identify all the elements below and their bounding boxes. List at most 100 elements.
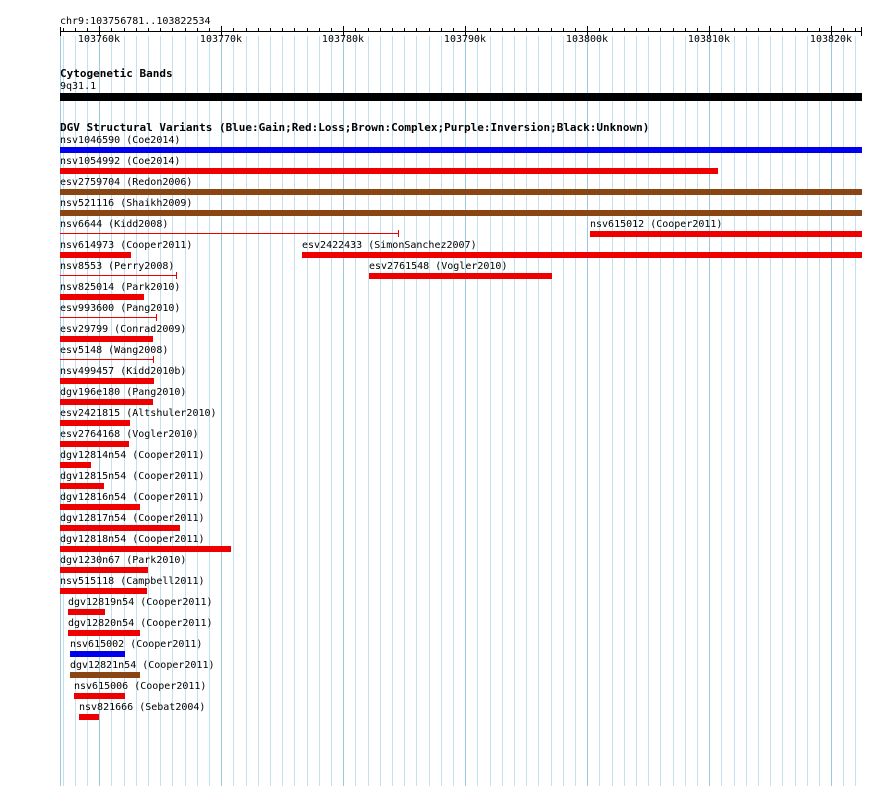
ruler-tick-label: 103810k [687, 34, 731, 45]
dgv-feature[interactable]: nsv8553 (Perry2008) [60, 261, 177, 279]
dgv-feature-label: dgv12819n54 (Cooper2011) [68, 597, 213, 608]
ruler-minor-tick [441, 28, 442, 31]
ruler-minor-tick [136, 28, 137, 31]
ruler-minor-tick [599, 28, 600, 31]
dgv-feature[interactable]: nsv1054992 (Coe2014) [60, 156, 718, 174]
dgv-feature-label: esv2422433 (SimonSanchez2007) [302, 240, 477, 251]
dgv-feature-bar [79, 714, 99, 720]
ruler-minor-tick [319, 28, 320, 31]
ruler-tick-label: 103800k [565, 34, 609, 45]
ruler-minor-tick [563, 28, 564, 31]
dgv-feature[interactable]: esv2759704 (Redon2006) [60, 177, 862, 195]
dgv-feature-label: nsv615002 (Cooper2011) [70, 639, 203, 650]
dgv-feature-bar [60, 233, 399, 234]
ruler-minor-tick [307, 28, 308, 31]
ruler-minor-tick [111, 28, 112, 31]
dgv-feature-label: dgv12815n54 (Cooper2011) [60, 471, 205, 482]
ruler-minor-tick [331, 28, 332, 31]
dgv-feature[interactable]: esv2422433 (SimonSanchez2007) [302, 240, 862, 258]
dgv-feature[interactable]: esv2761548 (Vogler2010) [369, 261, 552, 279]
ruler-minor-tick [172, 28, 173, 31]
ruler-minor-tick [453, 28, 454, 31]
dgv-feature-label: dgv1230n67 (Park2010) [60, 555, 187, 566]
ruler-minor-tick [514, 28, 515, 31]
dgv-feature-bar [60, 546, 231, 552]
locus-label: chr9:103756781..103822534 [60, 16, 211, 27]
dgv-feature-label: dgv12817n54 (Cooper2011) [60, 513, 205, 524]
dgv-feature[interactable]: dgv12814n54 (Cooper2011) [60, 450, 207, 468]
dgv-feature-bar [60, 252, 131, 258]
dgv-feature-label: nsv615006 (Cooper2011) [74, 681, 207, 692]
dgv-feature[interactable]: nsv821666 (Sebat2004) [79, 702, 208, 720]
dgv-feature[interactable]: nsv1046590 (Coe2014) [60, 135, 862, 153]
ruler-minor-tick [246, 28, 247, 31]
dgv-feature-label: esv2421815 (Altshuler2010) [60, 408, 217, 419]
dgv-feature-bar [60, 317, 157, 318]
ruler-minor-tick [124, 28, 125, 31]
dgv-feature[interactable]: dgv12819n54 (Cooper2011) [68, 597, 215, 615]
ruler-minor-tick [807, 28, 808, 31]
dgv-feature[interactable]: esv5148 (Wang2008) [60, 345, 171, 363]
dgv-feature[interactable]: dgv12818n54 (Cooper2011) [60, 534, 231, 552]
ruler-minor-tick [843, 28, 844, 31]
dgv-feature[interactable]: nsv515118 (Campbell2011) [60, 576, 207, 594]
dgv-feature-bar [60, 420, 130, 426]
dgv-feature-label: nsv825014 (Park2010) [60, 282, 181, 293]
dgv-feature-bar [369, 273, 552, 279]
ruler-axis [60, 31, 862, 32]
dgv-feature[interactable]: nsv6644 (Kidd2008) [60, 219, 399, 237]
dgv-feature-label: dgv12816n54 (Cooper2011) [60, 492, 205, 503]
dgv-feature-label: nsv499457 (Kidd2010b) [60, 366, 187, 377]
ruler-tick-label: 103760k [77, 34, 121, 45]
dgv-feature-bar [60, 189, 862, 195]
ruler-tick-label: 103770k [199, 34, 243, 45]
dgv-feature[interactable]: nsv499457 (Kidd2010b) [60, 366, 189, 384]
ruler-minor-tick [855, 28, 856, 31]
dgv-feature-bar [60, 441, 129, 447]
ruler-minor-tick [270, 28, 271, 31]
dgv-feature[interactable]: dgv12820n54 (Cooper2011) [68, 618, 215, 636]
dgv-feature[interactable]: dgv12815n54 (Cooper2011) [60, 471, 207, 489]
ruler-minor-tick [685, 28, 686, 31]
dgv-feature-bar [60, 147, 862, 153]
dgv-feature-bar [60, 483, 104, 489]
dgv-feature-bar [60, 525, 180, 531]
ruler-minor-tick [63, 28, 64, 31]
dgv-feature[interactable]: nsv615006 (Cooper2011) [74, 681, 209, 699]
dgv-feature-label: nsv6644 (Kidd2008) [60, 219, 169, 230]
ruler-tick-label: 103820k [809, 34, 853, 45]
ruler-start-tick [60, 27, 61, 36]
dgv-feature[interactable]: nsv615002 (Cooper2011) [70, 639, 205, 657]
dgv-feature[interactable]: esv993600 (Pang2010) [60, 303, 183, 321]
dgv-feature-bar [70, 651, 125, 657]
dgv-feature[interactable]: dgv1230n67 (Park2010) [60, 555, 189, 573]
dgv-feature[interactable]: dgv196e180 (Pang2010) [60, 387, 189, 405]
dgv-feature-label: nsv615012 (Cooper2011) [590, 219, 723, 230]
ruler-minor-tick [575, 28, 576, 31]
dgv-feature[interactable]: dgv12817n54 (Cooper2011) [60, 513, 207, 531]
dgv-feature[interactable]: esv2764168 (Vogler2010) [60, 429, 201, 447]
ruler-minor-tick [75, 28, 76, 31]
dgv-feature[interactable]: dgv12821n54 (Cooper2011) [70, 660, 217, 678]
dgv-feature-bar [302, 252, 862, 258]
dgv-feature[interactable]: esv2421815 (Altshuler2010) [60, 408, 219, 426]
ruler-minor-tick [160, 28, 161, 31]
dgv-feature[interactable]: nsv825014 (Park2010) [60, 282, 183, 300]
dgv-feature[interactable]: dgv12816n54 (Cooper2011) [60, 492, 207, 510]
dgv-feature[interactable]: nsv615012 (Cooper2011) [590, 219, 862, 237]
ruler-minor-tick [782, 28, 783, 31]
dgv-feature[interactable]: nsv614973 (Cooper2011) [60, 240, 195, 258]
dgv-feature-label: esv2759704 (Redon2006) [60, 177, 193, 188]
dgv-feature[interactable]: esv29799 (Conrad2009) [60, 324, 189, 342]
ruler-minor-tick [526, 28, 527, 31]
dgv-feature-label: nsv521116 (Shaikh2009) [60, 198, 193, 209]
dgv-feature-bar [60, 378, 154, 384]
ruler-minor-tick [282, 28, 283, 31]
dgv-feature-label: dgv12821n54 (Cooper2011) [70, 660, 215, 671]
cytoband-band-9q31-1[interactable] [60, 93, 862, 101]
dgv-feature[interactable]: nsv521116 (Shaikh2009) [60, 198, 862, 216]
dgv-feature-bar [60, 210, 862, 216]
ruler-minor-tick [819, 28, 820, 31]
dgv-feature-label: nsv614973 (Cooper2011) [60, 240, 193, 251]
ruler-minor-tick [636, 28, 637, 31]
